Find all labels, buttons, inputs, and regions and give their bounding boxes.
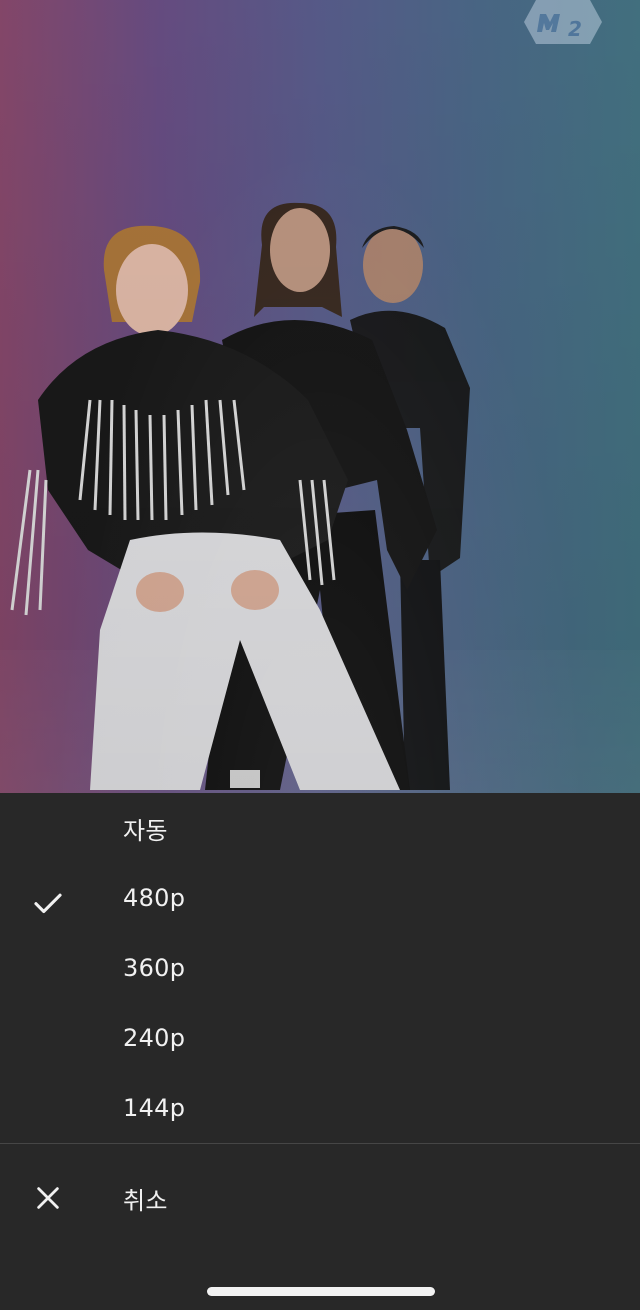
quality-option-360p[interactable]: 360p [0,933,640,1003]
check-slot [28,1018,68,1058]
check-slot [28,1088,68,1128]
check-slot [28,883,68,923]
quality-option-144p[interactable]: 144p [0,1073,640,1143]
quality-option-480p[interactable]: 480p [0,863,640,933]
quality-option-label: 480p [123,884,186,912]
quality-option-label: 240p [123,1024,186,1052]
home-indicator[interactable] [207,1287,435,1296]
quality-option-label: 360p [123,954,186,982]
screen: 2 자동 480p 360p 240p 144p 취소 [0,0,640,1310]
close-icon [37,1187,59,1209]
menu-divider [0,1143,640,1144]
check-slot [28,948,68,988]
quality-option-240p[interactable]: 240p [0,1003,640,1073]
checkmark-icon [34,893,62,914]
quality-option-label: 자동 [123,816,168,845]
video-player[interactable]: 2 [0,0,640,793]
quality-option-label: 144p [123,1094,186,1122]
cancel-label: 취소 [123,1186,168,1215]
quality-menu-sheet: 자동 480p 360p 240p 144p 취소 [0,793,640,1310]
quality-option-auto[interactable]: 자동 [0,793,640,863]
cancel-icon-slot [28,1178,68,1218]
mnet-m2-logo-icon: 2 [524,0,602,44]
svg-text:2: 2 [568,17,582,41]
check-slot [28,808,68,848]
cancel-button[interactable]: 취소 [0,1163,640,1233]
